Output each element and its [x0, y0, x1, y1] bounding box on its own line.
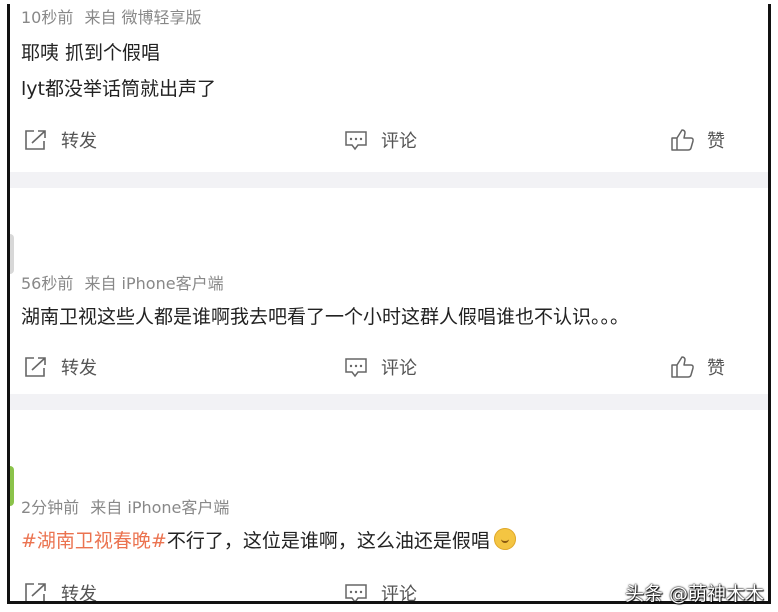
forward-label: 转发 — [61, 358, 97, 379]
comment-time: 2分钟前 — [21, 498, 80, 517]
comment-meta-2: 56秒前 来自 iPhone客户端 — [21, 270, 224, 294]
comment-actions: 转发 评论 赞 — [10, 350, 768, 384]
forward-share-icon — [23, 127, 49, 153]
comment-source: 来自 iPhone客户端 — [90, 498, 230, 517]
forward-share-icon — [23, 580, 49, 601]
forward-label: 转发 — [61, 584, 97, 604]
comment-text-line: 耶咦 抓到个假唱 — [21, 42, 161, 64]
comment-meta-1: 10秒前 来自 微博轻享版 — [21, 4, 202, 28]
comment-label: 评论 — [381, 584, 417, 604]
comment-time: 56秒前 — [21, 274, 74, 293]
comment-meta-3: 2分钟前 来自 iPhone客户端 — [21, 494, 229, 518]
comment-text-line: 湖南卫视这些人都是谁啊我去吧看了一个小时这群人假唱谁也不认识。。。 — [21, 306, 630, 328]
thumbs-up-icon — [669, 354, 695, 380]
comment-bubble-icon — [343, 354, 369, 380]
comment-button[interactable]: 评论 — [343, 576, 417, 604]
comment-text-line: lyt都没举话筒就出声了 — [21, 78, 216, 100]
comment-text-line: #湖南卫视春晚#不行了，这位是谁啊，这么油还是假唱 — [21, 526, 516, 553]
comment-source: 来自 iPhone客户端 — [84, 274, 224, 293]
comment-actions: 转发 评论 赞 — [10, 123, 768, 157]
comment-divider — [10, 172, 768, 188]
comment-divider — [10, 394, 768, 410]
like-button[interactable]: 赞 — [669, 123, 725, 157]
comment-label: 评论 — [381, 358, 417, 379]
comment-source: 来自 微博轻享版 — [84, 8, 202, 27]
watermark: 头条 @萌神木木 — [624, 583, 764, 605]
hashtag-link[interactable]: #湖南卫视春晚# — [21, 530, 167, 552]
forward-label: 转发 — [61, 131, 97, 152]
weibo-comment-feed: 10秒前 来自 微博轻享版 耶咦 抓到个假唱 lyt都没举话筒就出声了 转发 评… — [7, 4, 771, 604]
forward-button[interactable]: 转发 — [23, 350, 97, 384]
like-label: 赞 — [707, 358, 725, 379]
comment-text: 不行了，这位是谁啊，这么油还是假唱 — [166, 530, 490, 552]
comment-card-1: 10秒前 来自 微博轻享版 耶咦 抓到个假唱 lyt都没举话筒就出声了 转发 评… — [10, 4, 768, 172]
comment-card-2: 56秒前 来自 iPhone客户端 湖南卫视这些人都是谁啊我去吧看了一个小时这群… — [10, 188, 768, 394]
comment-time: 10秒前 — [21, 8, 74, 27]
forward-button[interactable]: 转发 — [23, 576, 97, 604]
forward-share-icon — [23, 354, 49, 380]
comment-card-3: 2分钟前 来自 iPhone客户端 #湖南卫视春晚#不行了，这位是谁啊，这么油还… — [10, 410, 768, 604]
comment-button[interactable]: 评论 — [343, 123, 417, 157]
side-decoration — [10, 466, 14, 506]
side-decoration — [10, 234, 14, 274]
comment-bubble-icon — [343, 580, 369, 601]
comment-button[interactable]: 评论 — [343, 350, 417, 384]
thumbs-up-icon — [669, 127, 695, 153]
like-label: 赞 — [707, 131, 725, 152]
smirk-emoji-icon — [493, 528, 516, 550]
forward-button[interactable]: 转发 — [23, 123, 97, 157]
comment-bubble-icon — [343, 127, 369, 153]
comment-label: 评论 — [381, 131, 417, 152]
like-button[interactable]: 赞 — [669, 350, 725, 384]
